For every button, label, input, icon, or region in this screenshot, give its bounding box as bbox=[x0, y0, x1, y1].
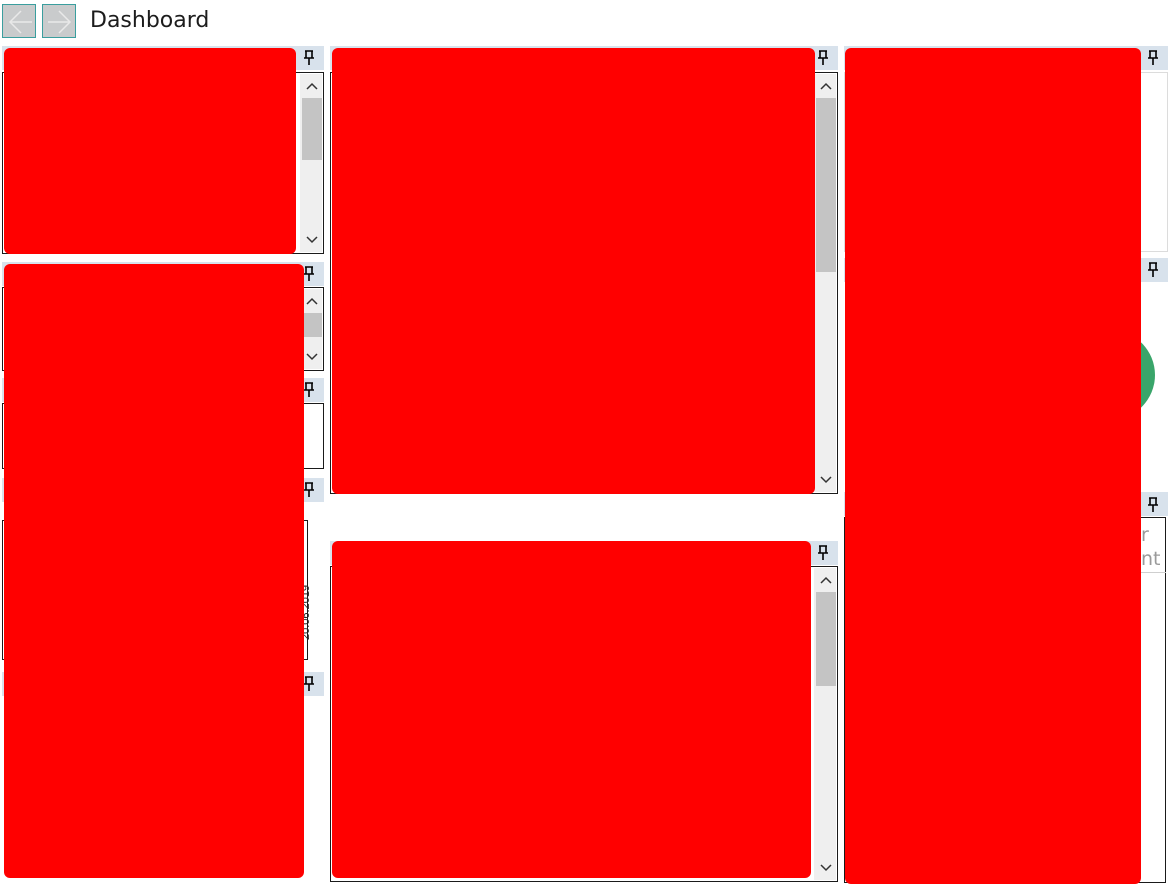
forward-button[interactable] bbox=[42, 4, 76, 38]
scrollbar[interactable] bbox=[814, 74, 836, 492]
dashboard-window: Dashboard 20.06.2019 r nt bbox=[0, 0, 1171, 886]
page-title: Dashboard bbox=[90, 8, 210, 33]
pin-icon[interactable] bbox=[302, 50, 316, 66]
scroll-thumb[interactable] bbox=[302, 313, 322, 337]
arrow-left-icon bbox=[8, 10, 32, 34]
back-button[interactable] bbox=[2, 4, 36, 38]
chevron-up-icon[interactable] bbox=[816, 76, 836, 96]
pin-icon[interactable] bbox=[816, 545, 830, 561]
chevron-down-icon[interactable] bbox=[302, 347, 322, 367]
chevron-down-icon[interactable] bbox=[816, 470, 836, 490]
pin-icon[interactable] bbox=[816, 50, 830, 66]
chevron-up-icon[interactable] bbox=[302, 76, 322, 96]
pin-icon[interactable] bbox=[302, 676, 316, 692]
arrow-right-icon bbox=[48, 10, 72, 34]
chevron-down-icon[interactable] bbox=[816, 858, 836, 878]
pin-icon[interactable] bbox=[302, 482, 316, 498]
redacted-area bbox=[845, 48, 1141, 884]
redacted-area bbox=[4, 48, 296, 254]
redacted-area bbox=[332, 48, 815, 494]
pin-icon[interactable] bbox=[1146, 262, 1160, 278]
chevron-up-icon[interactable] bbox=[302, 291, 322, 311]
chevron-up-icon[interactable] bbox=[816, 570, 836, 590]
redacted-area bbox=[4, 264, 304, 878]
pin-icon[interactable] bbox=[302, 266, 316, 282]
column-header-text: nt bbox=[1141, 548, 1161, 570]
pin-icon[interactable] bbox=[1146, 497, 1160, 513]
scroll-thumb[interactable] bbox=[816, 592, 836, 686]
scroll-thumb[interactable] bbox=[816, 98, 836, 272]
column-header-text: r bbox=[1141, 524, 1149, 546]
redacted-area bbox=[332, 541, 811, 878]
pin-icon[interactable] bbox=[1146, 50, 1160, 66]
grid-line bbox=[1138, 572, 1166, 573]
scroll-thumb[interactable] bbox=[302, 98, 322, 160]
chevron-down-icon[interactable] bbox=[302, 230, 322, 250]
pin-icon[interactable] bbox=[302, 382, 316, 398]
scrollbar[interactable] bbox=[814, 568, 836, 880]
scrollbar[interactable] bbox=[300, 74, 322, 252]
